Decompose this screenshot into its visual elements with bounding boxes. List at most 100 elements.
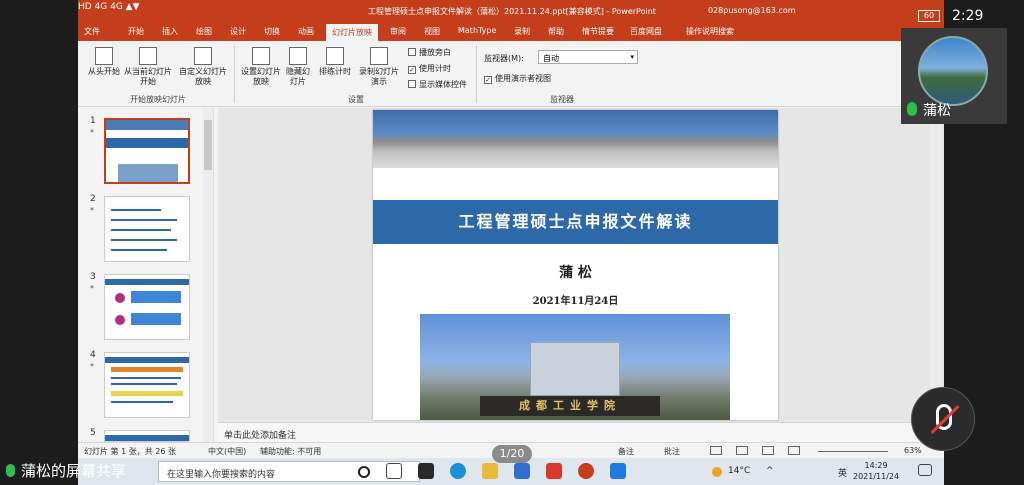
play-narration-checkbox[interactable]: 播放旁白: [408, 47, 451, 58]
store-icon[interactable]: [514, 463, 530, 479]
tab-animations[interactable]: 动画: [298, 26, 314, 37]
tab-draw[interactable]: 绘图: [196, 26, 212, 37]
taskbar-clock[interactable]: 14:29 2021/11/24: [853, 460, 899, 482]
tab-slideshow[interactable]: 幻灯片放映: [326, 24, 378, 41]
slideshow-current-icon: [139, 47, 157, 65]
tab-mathtype[interactable]: MathType: [458, 26, 496, 35]
hide-slide-label: 隐藏幻灯片: [286, 67, 310, 86]
chevron-down-icon: ▾: [630, 53, 634, 61]
checkbox-checked-icon: ✓: [408, 66, 416, 74]
language-indicator[interactable]: 中文(中国): [208, 446, 246, 457]
ribbon-divider: [476, 45, 477, 103]
monitor-select[interactable]: 自动 ▾: [538, 50, 638, 64]
share-page-indicator: 1/20: [492, 445, 532, 463]
notes-pane[interactable]: 单击此处添加备注: [218, 422, 944, 442]
ime-indicator[interactable]: 英: [838, 466, 847, 479]
participant-name: 蒲松: [923, 103, 951, 119]
tab-design[interactable]: 设计: [230, 26, 246, 37]
thumb-text-line: [111, 377, 181, 379]
taskbar-search-input[interactable]: 在这里输入你要搜索的内容: [158, 461, 420, 482]
reading-view-icon[interactable]: [762, 446, 774, 455]
edge-icon[interactable]: [450, 463, 466, 479]
media-label: 显示媒体控件: [419, 80, 467, 89]
current-slide[interactable]: 工程管理硕士点申报文件解读 蒲 松 2021年11月24日 成都工业学院: [373, 110, 778, 420]
thumb-banner: [106, 120, 188, 130]
chevron-up-icon[interactable]: ^: [766, 466, 774, 476]
slide-sorter-icon[interactable]: [736, 446, 748, 455]
file-explorer-icon[interactable]: [482, 463, 498, 479]
presenter-view-label: 使用演示者视图: [495, 74, 551, 83]
account-name[interactable]: 028pusong@163.com: [708, 6, 796, 15]
meeting-app-icon[interactable]: [610, 463, 626, 479]
tab-file[interactable]: 文件: [84, 26, 100, 37]
thumb-photo: [118, 164, 178, 182]
hide-slide-icon: [289, 47, 307, 65]
thumb-text-line: [111, 249, 167, 251]
use-timings-checkbox[interactable]: ✓ 使用计时: [408, 63, 451, 74]
accessibility-status[interactable]: 辅助功能: 不可用: [260, 446, 321, 457]
ribbon: 从头开始 从当前幻灯片开始 自定义幻灯片放映 开始放映幻灯片 设置幻灯片放映 隐…: [78, 41, 944, 107]
tab-insert[interactable]: 插入: [162, 26, 178, 37]
mute-button[interactable]: [911, 387, 975, 451]
tab-transitions[interactable]: 切换: [264, 26, 280, 37]
checkbox-unchecked-icon: [408, 80, 416, 88]
scroll-thumb[interactable]: [204, 120, 212, 170]
tab-help[interactable]: 帮助: [548, 26, 564, 37]
slide-scrollbar[interactable]: [930, 108, 942, 422]
tell-me-search[interactable]: 操作说明搜索: [686, 26, 734, 37]
thumb-text-line: [111, 209, 161, 211]
weather-icon: [712, 467, 722, 477]
presenter-view-checkbox[interactable]: ✓ 使用演示者视图: [484, 73, 551, 84]
monitor-value: 自动: [543, 54, 559, 63]
tab-view[interactable]: 视图: [424, 26, 440, 37]
thumbnail-scrollbar[interactable]: [203, 108, 213, 442]
campus-building: [530, 342, 620, 396]
custom-show-button[interactable]: 自定义幻灯片放映: [178, 47, 228, 87]
checkbox-unchecked-icon: [408, 48, 416, 56]
rehearse-label: 排练计时: [319, 67, 351, 76]
from-start-button[interactable]: 从头开始: [86, 47, 122, 77]
setup-show-button[interactable]: 设置幻灯片放映: [240, 47, 282, 87]
hide-slide-button[interactable]: 隐藏幻灯片: [284, 47, 312, 87]
tab-record[interactable]: 录制: [514, 26, 530, 37]
powerpoint-icon[interactable]: [578, 463, 594, 479]
normal-view-icon[interactable]: [710, 446, 722, 455]
tab-storyboard[interactable]: 情节提要: [582, 26, 614, 37]
thumb-text-line: [111, 239, 177, 241]
checkbox-checked-icon: ✓: [484, 76, 492, 84]
cortana-icon[interactable]: [358, 466, 370, 478]
clock-time: 14:29: [864, 461, 888, 470]
comments-toggle[interactable]: 批注: [664, 446, 680, 457]
custom-show-icon: [194, 47, 212, 65]
slide-thumbnail-1[interactable]: [104, 118, 190, 184]
weather-temp[interactable]: 14°C: [728, 466, 750, 476]
record-slideshow-button[interactable]: 录制幻灯片演示: [356, 47, 402, 87]
thumb-number: 4: [90, 350, 96, 360]
battery-indicator: 60: [918, 10, 940, 22]
timings-label: 使用计时: [419, 64, 451, 73]
zoom-slider[interactable]: [818, 451, 888, 452]
slide-thumbnail-2[interactable]: [104, 196, 190, 262]
screen-share-label: 蒲松的屏幕共享: [6, 460, 126, 481]
rehearse-timings-button[interactable]: 排练计时: [316, 47, 354, 77]
tab-review[interactable]: 审阅: [390, 26, 406, 37]
pdf-reader-icon[interactable]: [546, 463, 562, 479]
slide-thumbnail-4[interactable]: [104, 352, 190, 418]
slide-thumbnail-3[interactable]: [104, 274, 190, 340]
tab-home[interactable]: 开始: [128, 26, 144, 37]
tab-baidu-netdisk[interactable]: 百度网盘: [630, 26, 662, 37]
thumb-star: *: [90, 206, 94, 215]
terminal-app-icon[interactable]: [418, 463, 434, 479]
participant-video-tile[interactable]: 蒲松: [901, 28, 1007, 124]
thumb-title-bar: [106, 138, 188, 148]
from-current-button[interactable]: 从当前幻灯片开始: [124, 47, 172, 87]
notes-toggle[interactable]: 备注: [618, 446, 634, 457]
slide-thumbnail-5[interactable]: [104, 430, 190, 442]
slideshow-view-icon[interactable]: [788, 446, 800, 455]
zoom-level[interactable]: 63%: [904, 446, 922, 455]
notification-icon[interactable]: [918, 464, 932, 476]
show-media-controls-checkbox[interactable]: 显示媒体控件: [408, 79, 467, 90]
phone-time: 2:29: [952, 8, 984, 24]
task-view-icon[interactable]: [386, 463, 402, 479]
thumb-bullet: [115, 315, 125, 325]
